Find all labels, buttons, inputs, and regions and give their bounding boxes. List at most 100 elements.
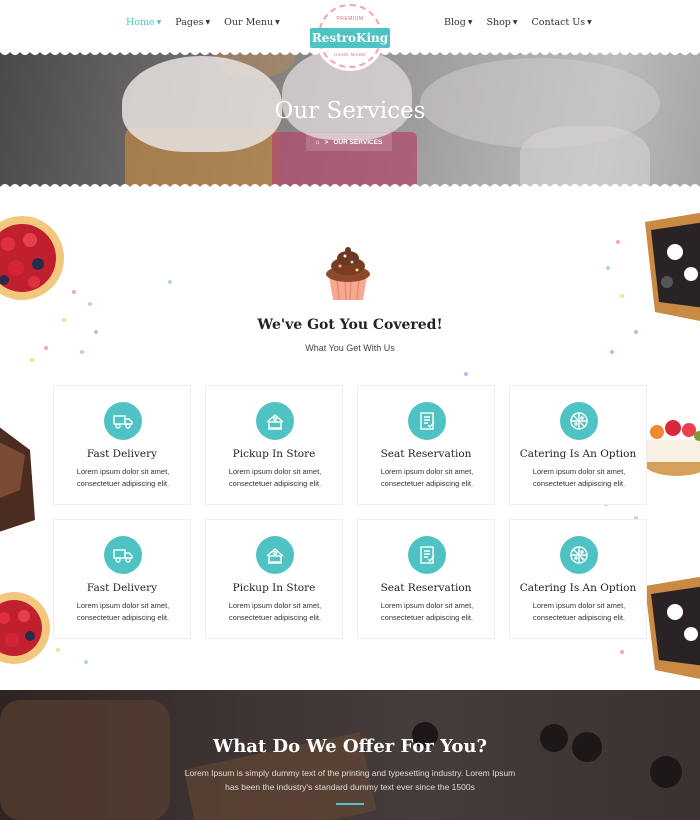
- logo-brand-name: RestroKing: [310, 28, 390, 48]
- strawberry-tart-decor: [0, 216, 64, 300]
- service-description: Lorem ipsum dolor sit amet, consectetuer …: [364, 600, 490, 624]
- offer-text: Lorem Ipsum is simply dummy text of the …: [150, 766, 550, 794]
- service-desc-line: consectetuer adipiscing elit.: [380, 613, 474, 622]
- service-description: Lorem ipsum dolor sit amet, consectetuer …: [516, 600, 642, 624]
- sprinkle-decor: [84, 660, 88, 664]
- service-desc-line: consectetuer adipiscing elit.: [76, 613, 170, 622]
- title-underline: [336, 803, 364, 805]
- chevron-down-icon: ▼: [587, 19, 592, 26]
- home-icon[interactable]: ⌂: [316, 139, 320, 146]
- service-title: Fast Delivery: [86, 582, 158, 594]
- sprinkle-decor: [620, 650, 624, 654]
- logo-bottom-text: HAND MADE: [334, 52, 366, 57]
- service-desc-line: consectetuer adipiscing elit.: [532, 613, 626, 622]
- service-description: Lorem ipsum dolor sit amet, consectetuer …: [212, 600, 338, 624]
- nav-left-group: Home ▼ Pages ▼ Our Menu ▼: [126, 17, 280, 28]
- sprinkle-decor: [464, 372, 468, 376]
- store-pickup-icon: [256, 402, 294, 440]
- nav-shop-label: Shop: [486, 17, 511, 28]
- offer-section: What Do We Offer For You? Lorem Ipsum is…: [0, 690, 700, 820]
- sprinkle-decor: [72, 290, 76, 294]
- service-title: Catering Is An Option: [519, 448, 637, 460]
- logo-top-text: PREMIUM: [336, 16, 364, 22]
- service-desc-line: consectetuer adipiscing elit.: [76, 479, 170, 488]
- nav-blog[interactable]: Blog ▼: [444, 17, 472, 28]
- strawberry-tart-decor: [0, 592, 50, 664]
- service-card[interactable]: Fast Delivery Lorem ipsum dolor sit amet…: [53, 385, 191, 505]
- service-card[interactable]: Pickup In Store Lorem ipsum dolor sit am…: [205, 519, 343, 639]
- sprinkle-decor: [56, 648, 60, 652]
- nav-our-menu-label: Our Menu: [224, 17, 274, 28]
- sprinkle-decor: [620, 294, 624, 298]
- offer-title: What Do We Offer For You?: [212, 736, 488, 757]
- service-desc-line: Lorem ipsum dolor sit amet,: [380, 467, 474, 476]
- service-card[interactable]: Seat Reservation Lorem ipsum dolor sit a…: [357, 385, 495, 505]
- nav-blog-label: Blog: [444, 17, 466, 28]
- section-title: We've Got You Covered!: [257, 317, 443, 333]
- reservation-icon: [408, 402, 446, 440]
- catering-pizza-icon: [560, 536, 598, 574]
- nav-pages[interactable]: Pages ▼: [175, 17, 210, 28]
- offer-wave-top: [0, 683, 700, 690]
- service-description: Lorem ipsum dolor sit amet, consectetuer …: [212, 466, 338, 490]
- berry-pie-decor: [645, 576, 700, 679]
- site-logo[interactable]: PREMIUM RestroKing HAND MADE: [310, 4, 390, 70]
- catering-pizza-icon: [560, 402, 598, 440]
- service-desc-line: consectetuer adipiscing elit.: [380, 479, 474, 488]
- service-card[interactable]: Pickup In Store Lorem ipsum dolor sit am…: [205, 385, 343, 505]
- service-desc-line: consectetuer adipiscing elit.: [228, 479, 322, 488]
- service-title: Pickup In Store: [232, 582, 316, 594]
- service-desc-line: Lorem ipsum dolor sit amet,: [76, 601, 170, 610]
- chevron-down-icon: ▼: [275, 19, 280, 26]
- service-title: Catering Is An Option: [519, 582, 637, 594]
- delivery-truck-icon: [104, 536, 142, 574]
- nav-contact-us[interactable]: Contact Us ▼: [532, 17, 592, 28]
- service-card[interactable]: Fast Delivery Lorem ipsum dolor sit amet…: [53, 519, 191, 639]
- reservation-icon: [408, 536, 446, 574]
- sprinkle-decor: [30, 358, 34, 362]
- service-desc-line: Lorem ipsum dolor sit amet,: [228, 601, 322, 610]
- service-desc-line: Lorem ipsum dolor sit amet,: [532, 467, 626, 476]
- delivery-truck-icon: [104, 402, 142, 440]
- nav-right-group: Blog ▼ Shop ▼ Contact Us ▼: [444, 17, 592, 28]
- berry-pie-decor: [645, 212, 700, 321]
- sprinkle-decor: [606, 266, 610, 270]
- nav-contact-label: Contact Us: [531, 17, 586, 28]
- breadcrumb: ⌂ > OUR SERVICES: [306, 133, 392, 151]
- offer-text-line: Lorem Ipsum is simply dummy text of the …: [184, 768, 516, 778]
- chocolate-cake-decor: [0, 427, 35, 532]
- offer-background-decor: [0, 700, 170, 820]
- nav-home-label: Home: [126, 17, 155, 28]
- breadcrumb-separator: >: [324, 138, 329, 146]
- chevron-down-icon: ▼: [467, 19, 473, 26]
- service-desc-line: consectetuer adipiscing elit.: [228, 613, 322, 622]
- service-desc-line: consectetuer adipiscing elit.: [532, 479, 626, 488]
- service-card[interactable]: Catering Is An Option Lorem ipsum dolor …: [509, 519, 647, 639]
- service-description: Lorem ipsum dolor sit amet, consectetuer …: [60, 600, 186, 624]
- service-desc-line: Lorem ipsum dolor sit amet,: [532, 601, 626, 610]
- service-desc-line: Lorem ipsum dolor sit amet,: [380, 601, 474, 610]
- cupcake-icon: [326, 247, 370, 301]
- chevron-down-icon: ▼: [205, 19, 211, 26]
- breadcrumb-current: OUR SERVICES: [333, 138, 383, 146]
- section-subtitle: What You Get With Us: [305, 343, 395, 353]
- service-description: Lorem ipsum dolor sit amet, consectetuer …: [364, 466, 490, 490]
- sprinkle-decor: [88, 302, 92, 306]
- service-title: Seat Reservation: [380, 448, 472, 460]
- offer-text-line: has been the industry's standard dummy t…: [225, 782, 475, 792]
- service-title: Pickup In Store: [232, 448, 316, 460]
- nav-shop[interactable]: Shop ▼: [486, 17, 517, 28]
- service-description: Lorem ipsum dolor sit amet, consectetuer …: [60, 466, 186, 490]
- service-card[interactable]: Catering Is An Option Lorem ipsum dolor …: [509, 385, 647, 505]
- store-pickup-icon: [256, 536, 294, 574]
- chevron-down-icon: ▼: [512, 19, 518, 26]
- service-card[interactable]: Seat Reservation Lorem ipsum dolor sit a…: [357, 519, 495, 639]
- chevron-down-icon: ▼: [156, 19, 162, 26]
- fruit-tart-decor: [645, 420, 700, 476]
- banner-wave-bottom: [0, 184, 700, 191]
- service-desc-line: Lorem ipsum dolor sit amet,: [228, 467, 322, 476]
- nav-home[interactable]: Home ▼: [126, 17, 161, 28]
- nav-our-menu[interactable]: Our Menu ▼: [224, 17, 280, 28]
- sprinkle-decor: [616, 240, 620, 244]
- page-title: Our Services: [274, 98, 426, 124]
